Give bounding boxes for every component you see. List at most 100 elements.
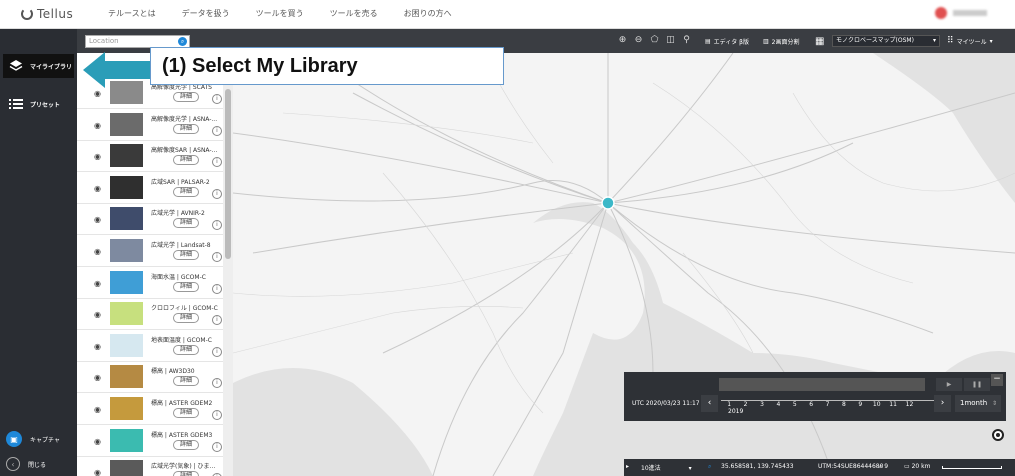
next-button[interactable]: › — [934, 395, 951, 412]
editor-button[interactable]: ▤ エディタ β版 — [705, 35, 749, 47]
library-item[interactable]: ◉広域光学(気象) | ひま...詳細i — [77, 456, 233, 476]
month-label[interactable]: 6 — [803, 401, 819, 408]
month-label[interactable]: 10 — [869, 401, 885, 408]
nav-link-sell-tools[interactable]: ツールを売る — [330, 8, 378, 19]
projection-select[interactable]: 10進法 ▾ — [641, 463, 692, 472]
detail-button[interactable]: 詳細 — [173, 218, 199, 229]
info-icon[interactable]: i — [212, 188, 222, 199]
current-location-icon[interactable] — [992, 429, 1004, 441]
callout-arrow-icon — [83, 52, 150, 88]
sidebar-item-my-library[interactable]: マイライブラリ — [3, 54, 74, 78]
grid-icon[interactable]: ▦ — [815, 35, 824, 47]
library-item[interactable]: ◉ 海面水温 | GCOM-C 詳細 i — [77, 267, 233, 299]
info-icon[interactable]: i — [212, 283, 222, 294]
detail-button[interactable]: 詳細 — [173, 439, 199, 450]
info-icon[interactable]: i — [212, 94, 222, 104]
timeline-bar[interactable] — [719, 378, 925, 391]
month-label[interactable]: 9 — [852, 401, 868, 408]
visibility-toggle-icon[interactable]: ◉ — [94, 247, 101, 256]
scrollbar-thumb[interactable] — [225, 89, 231, 259]
my-tools-button[interactable]: ⠿ マイツール ▾ — [947, 35, 993, 47]
user-menu[interactable] — [935, 7, 987, 19]
play-button[interactable]: ▶ — [936, 378, 962, 391]
library-item[interactable]: ◉ 高解像度SAR | ASNA-... 詳細 i — [77, 140, 233, 173]
month-label[interactable]: 5 — [787, 401, 803, 408]
library-scrollbar[interactable] — [223, 53, 233, 476]
info-icon[interactable]: i — [212, 346, 222, 357]
detail-button[interactable]: 詳細 — [173, 186, 199, 197]
zoom-in-icon[interactable]: ⊕ — [617, 35, 628, 46]
nav-link-help[interactable]: お困りの方へ — [404, 8, 452, 19]
sidebar-item-presets[interactable]: プリセット — [3, 92, 74, 116]
info-icon[interactable]: i — [212, 315, 222, 326]
visibility-toggle-icon[interactable]: ◉ — [94, 152, 101, 161]
month-label[interactable]: 1 — [721, 401, 737, 408]
timeline-range-select[interactable]: 1month ⇕ — [955, 395, 1001, 412]
month-label[interactable]: 3 — [754, 401, 770, 408]
zoom-out-icon[interactable]: ⊖ — [633, 35, 644, 46]
month-label[interactable]: 2 — [737, 401, 753, 408]
visibility-toggle-icon[interactable]: ◉ — [94, 89, 101, 98]
info-icon[interactable]: i — [212, 157, 222, 168]
visibility-toggle-icon[interactable]: ◉ — [94, 437, 101, 446]
detail-button[interactable]: 詳細 — [173, 155, 199, 166]
detail-button[interactable]: 詳細 — [173, 281, 199, 292]
visibility-toggle-icon[interactable]: ◉ — [94, 310, 101, 319]
detail-button[interactable]: 詳細 — [173, 250, 199, 260]
polygon-icon[interactable]: ⬠ — [649, 35, 660, 46]
visibility-toggle-icon[interactable]: ◉ — [94, 184, 101, 193]
close-sidebar-button[interactable]: ‹ 閉じる — [6, 457, 46, 471]
library-item[interactable]: ◉ 高解像度光学 | ASNA-... 詳細 i — [77, 109, 233, 141]
visibility-toggle-icon[interactable]: ◉ — [94, 405, 101, 414]
visibility-toggle-icon[interactable]: ◉ — [94, 215, 101, 224]
info-icon[interactable]: i — [212, 252, 222, 262]
nav-link-data[interactable]: データを扱う — [182, 8, 230, 19]
coords-search-icon[interactable]: ⌕ — [708, 463, 711, 471]
basemap-select[interactable]: モノクロベースマップ(OSM) ▾ — [832, 35, 940, 47]
panel-icon[interactable]: ◫ — [665, 35, 676, 46]
library-item[interactable]: ◉ 標高 | AW3D30 詳細 i — [77, 361, 233, 394]
nav-link-buy-tools[interactable]: ツールを買う — [256, 8, 304, 19]
library-item[interactable]: ◉ 広域光学 | Landsat-8 詳細 i — [77, 235, 233, 267]
visibility-toggle-icon[interactable]: ◉ — [94, 342, 101, 351]
library-item[interactable]: ◉ 広域光学 | AVNIR-2 詳細 i — [77, 203, 233, 236]
info-icon[interactable]: i — [212, 410, 222, 420]
library-item[interactable]: ◉ 地表面温度 | GCOM-C 詳細 i — [77, 330, 233, 362]
detail-button[interactable]: 詳細 — [173, 92, 199, 102]
info-icon[interactable]: i — [212, 378, 222, 389]
detail-button[interactable]: 詳細 — [173, 376, 199, 387]
detail-button[interactable]: 詳細 — [173, 344, 199, 355]
detail-button[interactable]: 詳細 — [173, 123, 199, 134]
search-icon[interactable]: ⌕ — [178, 37, 187, 46]
visibility-toggle-icon[interactable]: ◉ — [94, 279, 101, 288]
info-icon[interactable]: i — [212, 220, 222, 231]
library-item[interactable]: ◉ 標高 | ASTER GDEM3 詳細 i — [77, 425, 233, 457]
layer-name: 標高 | AW3D30 — [151, 368, 195, 376]
visibility-toggle-icon[interactable]: ◉ — [94, 121, 101, 130]
month-label[interactable]: 11 — [885, 401, 901, 408]
library-item[interactable]: ◉ 広域SAR | PALSAR-2 詳細 i — [77, 172, 233, 204]
month-label[interactable]: 12 — [901, 401, 917, 408]
library-item[interactable]: ◉ 標高 | ASTER GDEM2 詳細 i — [77, 393, 233, 425]
collapse-arrow-icon[interactable]: ▸ — [626, 463, 629, 470]
capture-button[interactable]: ▣ キャプチャ — [6, 431, 60, 447]
month-label[interactable]: 7 — [819, 401, 835, 408]
layer-name: 広域光学(気象) | ひま... — [151, 463, 216, 471]
visibility-toggle-icon[interactable]: ◉ — [94, 468, 101, 476]
detail-button[interactable]: 詳細 — [173, 471, 199, 476]
prev-button[interactable]: ‹ — [701, 395, 718, 412]
nav-link-about[interactable]: テルースとは — [108, 8, 156, 19]
minimize-button[interactable]: − — [991, 374, 1003, 386]
pause-button[interactable]: ❚❚ — [964, 378, 990, 391]
info-icon[interactable]: i — [212, 125, 222, 136]
library-item[interactable]: ◉ クロロフィル | GCOM-C 詳細 i — [77, 298, 233, 331]
pin-icon[interactable]: ⚲ — [681, 35, 692, 46]
month-label[interactable]: 8 — [836, 401, 852, 408]
detail-button[interactable]: 詳細 — [173, 408, 199, 418]
tellus-logo[interactable]: Tellus — [21, 7, 73, 21]
detail-button[interactable]: 詳細 — [173, 313, 199, 324]
info-icon[interactable]: i — [212, 441, 222, 452]
visibility-toggle-icon[interactable]: ◉ — [94, 373, 101, 382]
month-label[interactable]: 4 — [770, 401, 786, 408]
split-screen-button[interactable]: ▥ 2画面分割 — [763, 35, 800, 47]
